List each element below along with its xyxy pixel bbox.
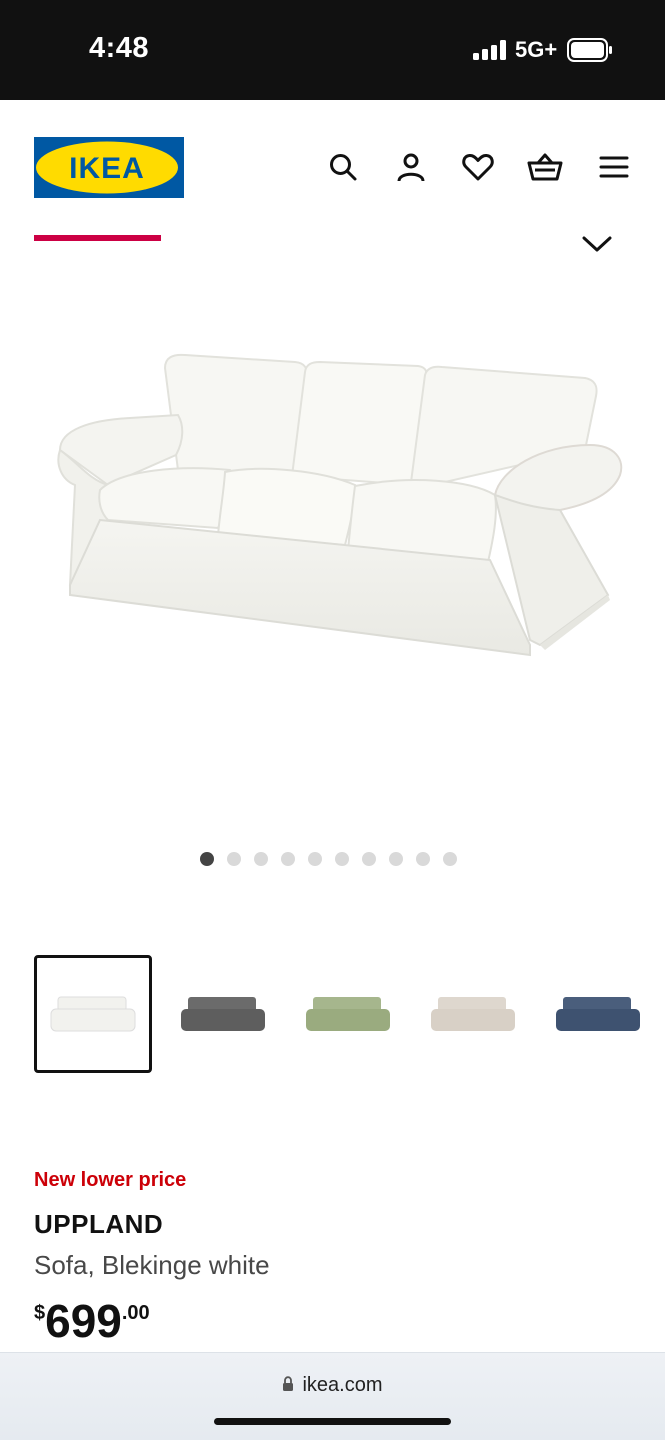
- variant-thumb-green[interactable]: [289, 955, 407, 1073]
- cart-button[interactable]: [525, 147, 565, 187]
- carousel-dot[interactable]: [416, 852, 430, 866]
- carousel-dot[interactable]: [308, 852, 322, 866]
- variant-thumbnails: [34, 955, 665, 1073]
- carousel-dot[interactable]: [200, 852, 214, 866]
- tab-indicator: [34, 235, 161, 241]
- sofa-thumbnail: [306, 997, 390, 1031]
- product-price: $699.00: [34, 1296, 150, 1346]
- ikea-logo[interactable]: IKEA: [34, 137, 184, 198]
- favorites-icon: [462, 153, 494, 181]
- product-name: UPPLAND: [34, 1209, 164, 1239]
- carousel-dot[interactable]: [254, 852, 268, 866]
- carousel-dot[interactable]: [443, 852, 457, 866]
- url-text: ikea.com: [302, 1374, 383, 1396]
- status-bar: 4:48 5G+: [0, 0, 665, 100]
- variant-thumb-blue[interactable]: [539, 955, 657, 1073]
- carousel-dot[interactable]: [389, 852, 403, 866]
- menu-button[interactable]: [594, 147, 634, 187]
- chevron-down-icon[interactable]: [579, 226, 615, 252]
- carousel-dot[interactable]: [227, 852, 241, 866]
- home-indicator[interactable]: [214, 1418, 451, 1425]
- network-label: 5G+: [515, 37, 558, 62]
- site-header: IKEA: [0, 100, 665, 230]
- favorites-button[interactable]: [458, 147, 498, 187]
- account-button[interactable]: [391, 147, 431, 187]
- variant-thumb-gray[interactable]: [164, 955, 282, 1073]
- browser-url-bar[interactable]: ikea.com: [0, 1352, 665, 1440]
- search-icon: [330, 154, 357, 181]
- carousel-dot[interactable]: [335, 852, 349, 866]
- battery-icon: [567, 38, 612, 62]
- sofa-thumbnail: [431, 997, 515, 1031]
- sofa-thumbnail: [181, 997, 265, 1031]
- lock-icon: [283, 1376, 294, 1391]
- svg-text:IKEA: IKEA: [69, 152, 145, 185]
- cart-icon: [527, 153, 563, 181]
- product-description: Sofa, Blekinge white: [34, 1250, 270, 1280]
- menu-icon: [599, 156, 629, 178]
- variant-thumb-white[interactable]: [34, 955, 152, 1073]
- status-time: 4:48: [89, 32, 150, 64]
- url-display[interactable]: ikea.com: [0, 1374, 665, 1397]
- sofa-thumbnail: [556, 997, 640, 1031]
- carousel-dots: [200, 852, 457, 868]
- price-decimal: .00: [121, 1302, 150, 1324]
- product-image[interactable]: [0, 250, 665, 840]
- sofa-thumbnail: [50, 996, 136, 1032]
- signal-icon: [473, 40, 506, 60]
- carousel-dot[interactable]: [362, 852, 376, 866]
- variant-thumb-beige[interactable]: [414, 955, 532, 1073]
- price-currency: $: [34, 1302, 46, 1324]
- search-button[interactable]: [323, 147, 363, 187]
- promo-label: New lower price: [34, 1169, 187, 1191]
- price-integer: 699: [45, 1295, 122, 1347]
- carousel-dot[interactable]: [281, 852, 295, 866]
- account-icon: [397, 153, 425, 182]
